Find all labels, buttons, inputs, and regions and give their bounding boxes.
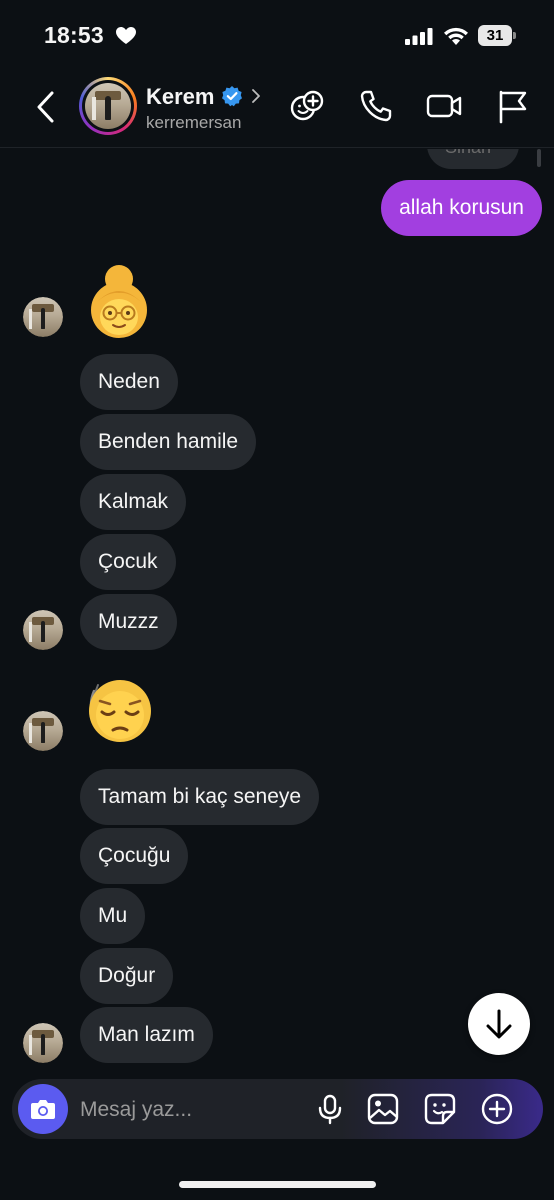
battery-indicator: 31 [478,25,516,46]
back-arrow-icon[interactable] [34,90,58,124]
sender-avatar[interactable] [23,610,63,650]
incoming-message-bubble[interactable]: Çocuğu [80,828,189,884]
signal-icon [405,28,433,45]
incoming-message-bubble[interactable]: Man lazım [80,1007,213,1063]
incoming-message-bubble[interactable]: Çocuk [80,534,176,590]
report-flag-icon[interactable] [495,88,531,124]
incoming-message-bubble[interactable]: Doğur [80,948,174,1004]
pensive-face-emoji[interactable] [80,675,156,747]
camera-icon [31,1100,55,1119]
contact-username: kerremersan [146,113,242,132]
microphone-icon[interactable] [314,1093,346,1125]
incoming-message-bubble[interactable]: Tamam bi kaç seneye [80,769,320,825]
battery-level: 31 [478,25,512,46]
incoming-message-bubble[interactable]: Kalmak [80,474,187,530]
outgoing-message-bubble[interactable]: allah korusun [381,180,542,236]
gallery-icon[interactable] [367,1093,399,1125]
message-composer [12,1079,543,1139]
camera-button[interactable] [18,1084,68,1134]
partial-message-bubble[interactable]: Sinan [427,149,519,169]
header-avatar[interactable] [79,77,137,135]
scroll-indicator [537,149,541,167]
add-people-icon[interactable] [289,88,325,124]
message-thread[interactable]: Sinan allah korusun Neden Benden hamile … [0,149,554,1076]
message-input[interactable] [80,1096,280,1124]
sender-avatar[interactable] [23,297,63,337]
status-bar: 18:53 31 [0,0,554,72]
sticker-icon[interactable] [424,1093,456,1125]
wifi-icon [444,27,468,45]
phone-call-icon[interactable] [358,88,394,124]
dm-screen: 18:53 31 Kerem kerremersan allah korusun… [0,0,554,1200]
battery-tip [513,32,516,39]
status-time: 18:53 [44,22,104,48]
arrow-down-icon [486,1009,512,1039]
avatar-photo [85,83,131,129]
heart-icon [116,27,136,44]
verified-badge-icon [222,86,242,107]
add-circle-icon[interactable] [481,1093,513,1125]
scroll-to-bottom-button[interactable] [468,993,530,1055]
incoming-message-bubble[interactable]: Mu [80,888,146,944]
sender-avatar[interactable] [23,711,63,751]
incoming-message-bubble[interactable]: Neden [80,354,178,410]
incoming-message-bubble[interactable]: Benden hamile [80,414,257,470]
video-call-icon[interactable] [426,88,462,124]
sender-avatar[interactable] [23,1023,63,1063]
chat-header: Kerem kerremersan [0,72,554,148]
old-woman-emoji[interactable] [80,262,158,338]
incoming-message-bubble[interactable]: Muzzz [80,594,177,650]
home-indicator[interactable] [179,1181,376,1188]
contact-name[interactable]: Kerem [146,84,214,110]
chevron-right-icon[interactable] [250,87,262,105]
